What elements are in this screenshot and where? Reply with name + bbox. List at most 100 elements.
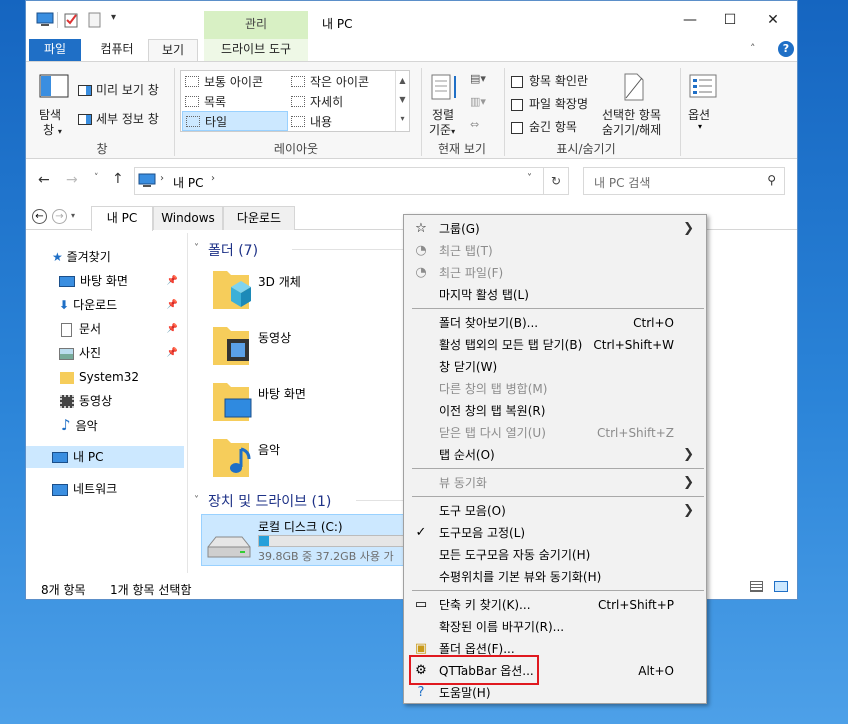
- gallery-scroll[interactable]: ▲ ▼ ▾: [395, 71, 409, 131]
- tab-forward-icon[interactable]: →: [52, 209, 67, 224]
- menu-item-shortcut: Ctrl+Shift+P: [598, 598, 674, 612]
- dropdown-icon[interactable]: ▾: [698, 122, 702, 131]
- add-columns-icon[interactable]: ▥▾: [470, 95, 486, 108]
- chevron-down-icon[interactable]: ˅: [194, 243, 199, 254]
- menu-item-label: 확장된 이름 바꾸기(R)...: [439, 620, 565, 634]
- nav-item-pictures[interactable]: 사진 📌: [26, 342, 184, 364]
- menu-item[interactable]: 다른 창의 탭 병합(M): [404, 378, 706, 400]
- nav-item-network[interactable]: 네트워크: [26, 478, 184, 500]
- search-placeholder: 내 PC 검색: [594, 176, 651, 190]
- computer-icon: [138, 173, 156, 187]
- nav-item-quick-access[interactable]: ★ 즐겨찾기: [26, 246, 184, 268]
- search-input[interactable]: 내 PC 검색 ⚲: [583, 167, 785, 195]
- menu-item[interactable]: ◔ 최근 파일(F): [404, 262, 706, 284]
- menu-item[interactable]: 창 닫기(W): [404, 356, 706, 378]
- maximize-button[interactable]: ☐: [710, 9, 750, 33]
- sort-label-2: 기준: [429, 123, 452, 137]
- folder-label[interactable]: 동영상: [258, 329, 291, 346]
- menu-item[interactable]: 닫은 탭 다시 열기(U) Ctrl+Shift+Z: [404, 422, 706, 444]
- details-pane-button[interactable]: 세부 정보 창: [78, 110, 159, 127]
- menu-item[interactable]: ? 도움말(H): [404, 682, 706, 704]
- nav-item-music[interactable]: ♪ 음악: [26, 414, 184, 436]
- layout-list[interactable]: 목록: [185, 93, 226, 110]
- qt-tab-downloads[interactable]: 다운로드: [223, 206, 295, 230]
- address-path[interactable]: 내 PC: [173, 174, 203, 191]
- menu-item[interactable]: ◔ 최근 탭(T): [404, 240, 706, 262]
- help-icon[interactable]: ?: [778, 41, 794, 57]
- file-extensions-toggle[interactable]: 파일 확장명: [511, 95, 588, 112]
- menu-item[interactable]: 확장된 이름 바꾸기(R)...: [404, 616, 706, 638]
- qt-tab-windows[interactable]: Windows: [153, 206, 223, 230]
- menu-item[interactable]: ✓ 도구모음 고정(L): [404, 522, 706, 544]
- options-button[interactable]: 옵션: [688, 106, 710, 123]
- hide-selected-icon: [624, 73, 644, 101]
- menu-item[interactable]: 뷰 동기화 ❯: [404, 472, 706, 494]
- folder-label[interactable]: 3D 개체: [258, 273, 301, 290]
- hide-selected-label-2[interactable]: 숨기기/해제: [602, 121, 661, 138]
- nav-item-downloads[interactable]: ⬇ 다운로드 📌: [26, 294, 184, 316]
- menu-item[interactable]: ☆ 그룹(G) ❯: [404, 218, 706, 240]
- tab-drive-tools[interactable]: 드라이브 도구: [204, 39, 308, 61]
- layout-small-icons[interactable]: 작은 아이콘: [291, 73, 369, 90]
- close-button[interactable]: ✕: [753, 9, 793, 33]
- checkbox: [511, 75, 523, 88]
- divider: [680, 68, 681, 156]
- tab-computer[interactable]: 컴퓨터: [88, 39, 146, 61]
- hidden-items-toggle[interactable]: 숨긴 항목: [511, 118, 577, 135]
- properties-icon[interactable]: [64, 12, 80, 28]
- submenu-arrow-icon: ❯: [683, 221, 694, 236]
- qt-tab-this-pc[interactable]: 내 PC: [91, 206, 153, 231]
- tab-back-icon[interactable]: ←: [32, 209, 47, 224]
- refresh-button[interactable]: ↻: [543, 167, 569, 195]
- chevron-down-icon[interactable]: ˅: [194, 495, 199, 506]
- panes-group-label: 창: [96, 142, 108, 156]
- layout-content[interactable]: 내용: [291, 113, 332, 130]
- folders-group-title[interactable]: 폴더 (7): [208, 240, 258, 260]
- menu-item[interactable]: 폴더 찾아보기(B)... Ctrl+O: [404, 312, 706, 334]
- layout-details[interactable]: 자세히: [291, 93, 343, 110]
- chevron-down-icon[interactable]: ˅: [527, 173, 532, 184]
- chevron-right-icon[interactable]: ›: [160, 173, 164, 184]
- layout-normal-icons[interactable]: 보통 아이콘: [185, 73, 263, 90]
- nav-item-system32[interactable]: System32: [26, 366, 184, 388]
- item-checkboxes-toggle[interactable]: 항목 확인란: [511, 72, 588, 89]
- back-arrow-icon[interactable]: ←: [38, 172, 50, 188]
- minimize-button[interactable]: —: [670, 9, 710, 33]
- menu-item[interactable]: 탭 순서(O) ❯: [404, 444, 706, 466]
- up-arrow-icon[interactable]: ↑: [112, 171, 124, 187]
- menu-item[interactable]: 수평위치를 기본 뷰와 동기화(H): [404, 566, 706, 588]
- layout-tiles[interactable]: 타일: [182, 111, 288, 131]
- fit-columns-icon[interactable]: ⇔: [470, 118, 479, 131]
- tab-view[interactable]: 보기: [148, 39, 198, 61]
- menu-item[interactable]: 이전 창의 탭 복원(R): [404, 400, 706, 422]
- chevron-right-icon[interactable]: ›: [211, 173, 215, 184]
- forward-arrow-icon[interactable]: →: [66, 172, 78, 188]
- sort-by-button[interactable]: 기준▾: [429, 121, 455, 138]
- chevron-down-icon[interactable]: ▾: [71, 211, 75, 220]
- menu-item[interactable]: 마지막 활성 탭(L): [404, 284, 706, 306]
- details-view-icon[interactable]: [750, 581, 763, 592]
- menu-item[interactable]: ▭ 단축 키 찾기(K)... Ctrl+Shift+P: [404, 594, 706, 616]
- nav-pane-button[interactable]: 창 ▾: [43, 121, 62, 138]
- nav-item-documents[interactable]: 문서 📌: [26, 318, 184, 340]
- nav-item-this-pc[interactable]: 내 PC: [26, 446, 184, 468]
- quick-access-dropdown-icon[interactable]: ▾: [111, 12, 116, 28]
- nav-item-videos[interactable]: 동영상: [26, 390, 184, 412]
- group-by-icon[interactable]: ▤▾: [470, 72, 486, 85]
- drive-item-c[interactable]: 로컬 디스크 (C:) 39.8GB 중 37.2GB 사용 가: [201, 514, 418, 566]
- menu-item[interactable]: 도구 모음(O) ❯: [404, 500, 706, 522]
- folder-label[interactable]: 음악: [258, 441, 280, 458]
- nav-label: 사진: [79, 346, 102, 360]
- new-folder-icon[interactable]: [88, 12, 102, 28]
- ribbon-collapse-icon[interactable]: ˄: [750, 42, 756, 55]
- folder-label[interactable]: 바탕 화면: [258, 385, 306, 402]
- menu-item[interactable]: 활성 탭외의 모든 탭 닫기(B) Ctrl+Shift+W: [404, 334, 706, 356]
- large-icons-view-icon[interactable]: [774, 581, 788, 592]
- preview-pane-button[interactable]: 미리 보기 창: [78, 81, 159, 98]
- drives-group-title[interactable]: 장치 및 드라이브 (1): [208, 491, 331, 511]
- tab-file[interactable]: 파일: [29, 39, 81, 61]
- nav-item-desktop[interactable]: 바탕 화면 📌: [26, 270, 184, 292]
- menu-item[interactable]: 모든 도구모음 자동 숨기기(H): [404, 544, 706, 566]
- recent-locations-icon[interactable]: ˅: [94, 173, 99, 183]
- address-bar[interactable]: › 내 PC › ˅: [134, 167, 544, 195]
